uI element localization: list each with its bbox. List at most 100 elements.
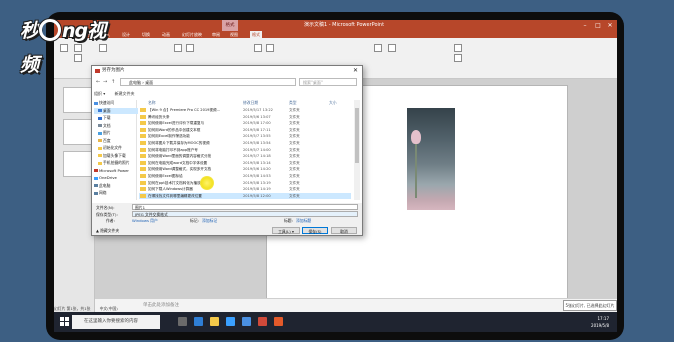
file-row[interactable]: 【Win 9 合】Premiere Pro CC 2019视频... 2019/5… [139, 107, 351, 113]
tab-transitions[interactable]: 切换 [142, 31, 150, 38]
align-left-icon[interactable] [254, 44, 262, 52]
save-button[interactable]: 保存(S) [302, 227, 328, 234]
column-header-size[interactable]: 大小 [329, 100, 337, 106]
nav-item[interactable]: 加载头像下载 [94, 153, 126, 159]
tab-view[interactable]: 视图 [230, 31, 238, 38]
task-view-icon[interactable] [178, 317, 187, 326]
nav-item[interactable]: 初始化文件 [94, 145, 122, 151]
file-name: 如何下载人Windows计算器 [148, 187, 193, 192]
file-row[interactable]: 如何在电脑完成word文档中字体设置 2019/5/8 13:14 文件夹 [139, 160, 351, 166]
maximize-icon[interactable]: □ [592, 20, 604, 31]
minimize-icon[interactable]: – [579, 20, 591, 31]
nav-item[interactable]: 此电脑 [94, 183, 110, 189]
windows-start-icon[interactable] [60, 317, 69, 326]
shapes-icon[interactable] [374, 44, 382, 52]
file-list-scrollbar[interactable] [354, 100, 360, 200]
nav-item[interactable]: OneDrive [94, 175, 117, 181]
file-row[interactable]: 如何使用Word调整格式，实现多开文档 2019/5/6 14:20 文件夹 [139, 166, 351, 172]
breadcrumb-desktop[interactable]: 桌面 [145, 80, 153, 85]
scrollbar-thumb[interactable] [355, 108, 359, 163]
file-row[interactable]: 如何将电脑打印不到app账户号 2019/5/7 14:00 文件夹 [139, 147, 351, 153]
align-center-icon[interactable] [266, 44, 274, 52]
slide-thumbnail-3[interactable] [63, 151, 93, 177]
powerpoint-icon [95, 69, 100, 73]
nav-item[interactable]: 百度 [94, 138, 111, 144]
folder-icon [140, 193, 146, 198]
search-input[interactable]: 搜索"桌面" [299, 78, 357, 86]
app-taskbar-icon[interactable] [274, 317, 283, 326]
file-row[interactable]: 如何使用Excel图标给 2019/5/8 14:53 文件夹 [139, 173, 351, 179]
author-label: 作者: [106, 218, 115, 223]
up-arrow-icon[interactable]: ↑ [111, 78, 115, 87]
mail-icon[interactable] [242, 317, 251, 326]
file-row[interactable]: 如何用Excel制作筛选功能 2019/5/7 13:55 文件夹 [139, 133, 351, 139]
taskbar-search-input[interactable]: 在这里输入你要搜索的内容 [72, 315, 160, 329]
column-header-name[interactable]: 名称 [148, 100, 156, 106]
copy-icon[interactable] [74, 54, 82, 62]
slide-thumbnail-2[interactable] [63, 119, 93, 145]
file-row[interactable]: 在哪找找文件到哪里编辑更改位置 2019/5/8 12:00 文件夹 [139, 192, 351, 199]
folder-icon [98, 109, 102, 112]
new-folder-button[interactable]: 新建文件夹 [115, 91, 135, 96]
file-row[interactable]: 如何用Word的作品中创建文本框 2019/5/8 17:11 文件夹 [139, 127, 351, 133]
tools-button[interactable]: 工具(L) ▾ [272, 227, 300, 234]
nav-item[interactable]: Microsoft Power [94, 168, 129, 174]
file-row[interactable]: 如何下载人Windows计算器 2019/5/8 14:19 文件夹 [139, 186, 351, 192]
file-row[interactable]: 如何在ppt技术打文档转化为播放地址 2019/5/8 13:19 文件夹 [139, 180, 351, 186]
title-value[interactable]: 添加标题 [296, 218, 311, 224]
nav-item[interactable]: 网络 [94, 190, 107, 196]
dialog-close-icon[interactable]: ✕ [353, 66, 358, 76]
italic-icon[interactable] [186, 44, 194, 52]
column-header-type[interactable]: 类型 [289, 100, 297, 106]
file-row[interactable]: 腾讯经历头条 2019/5/6 13:07 文件夹 [139, 114, 351, 120]
powerpoint-taskbar-icon[interactable] [258, 317, 267, 326]
file-explorer-icon[interactable] [210, 317, 219, 326]
nav-item[interactable]: 快速访问 [94, 100, 114, 106]
nav-item[interactable]: 文档 [94, 123, 111, 129]
tab-animations[interactable]: 动画 [162, 31, 170, 38]
file-row[interactable]: 如何使用Word里面的调整内容格式分批 2019/5/7 14:18 文件夹 [139, 153, 351, 159]
nav-item[interactable]: 图片 [94, 130, 111, 136]
find-icon[interactable] [454, 44, 462, 52]
clock-time: 17:17 [597, 316, 609, 321]
back-arrow-icon[interactable]: ← [96, 78, 100, 87]
file-row[interactable]: 如何将图片下载并保存为MOOC的视频 2019/5/8 13:54 文件夹 [139, 140, 351, 146]
bold-icon[interactable] [174, 44, 182, 52]
filetype-dropdown[interactable]: JPEG 文件交换格式 [132, 211, 358, 217]
tab-review[interactable]: 审阅 [212, 31, 220, 38]
file-row[interactable]: 如何使用Excel进行评价下载重复与 2019/5/8 17:00 文件夹 [139, 120, 351, 126]
lotus-photo[interactable] [407, 108, 455, 210]
file-name: 如何在ppt技术打文档转化为播放地址 [148, 180, 208, 185]
tags-label: 标记: [190, 218, 199, 223]
folder-icon [140, 147, 146, 152]
tags-value[interactable]: 添加标记 [202, 218, 217, 224]
cancel-button[interactable]: 取消 [331, 227, 357, 234]
clock-date: 2019/5/8 [591, 323, 609, 328]
nav-item[interactable]: 桌面 [94, 107, 138, 114]
tab-design[interactable]: 设计 [122, 31, 130, 38]
filename-input[interactable]: 图片1 [132, 204, 358, 210]
tab-slideshow[interactable]: 幻灯片放映 [182, 31, 202, 38]
folder-icon [140, 187, 146, 192]
tab-format[interactable]: 格式 [250, 31, 262, 38]
arrange-icon[interactable] [388, 44, 396, 52]
hide-folders-button[interactable]: ▲ 隐藏文件夹 [96, 227, 119, 234]
breadcrumb-this-pc[interactable]: 此电脑 [129, 80, 141, 85]
folder-icon [140, 160, 146, 165]
author-value[interactable]: Windows 用户 [132, 218, 158, 224]
slide-thumbnail-1[interactable] [63, 87, 93, 113]
nav-item[interactable]: 下载 [94, 115, 111, 121]
close-icon[interactable]: ✕ [604, 20, 616, 31]
address-bar[interactable]: 此电脑 › 桌面 [120, 78, 296, 86]
file-type: 文件夹 [289, 114, 300, 119]
edge-icon[interactable] [194, 317, 203, 326]
file-type: 文件夹 [289, 160, 300, 165]
nav-item[interactable]: 手机拍摄的照片 [94, 160, 130, 166]
taskbar-clock[interactable]: 17:17 2019/5/8 [591, 315, 609, 329]
replace-icon[interactable] [454, 54, 462, 62]
organize-button[interactable]: 组织 ▾ [94, 91, 105, 96]
column-header-date[interactable]: 修改日期 [243, 100, 258, 106]
selection-tooltip: 5张幻灯片, 已选择此幻灯片 [563, 300, 617, 311]
forward-arrow-icon[interactable]: → [103, 78, 107, 87]
store-icon[interactable] [226, 317, 235, 326]
